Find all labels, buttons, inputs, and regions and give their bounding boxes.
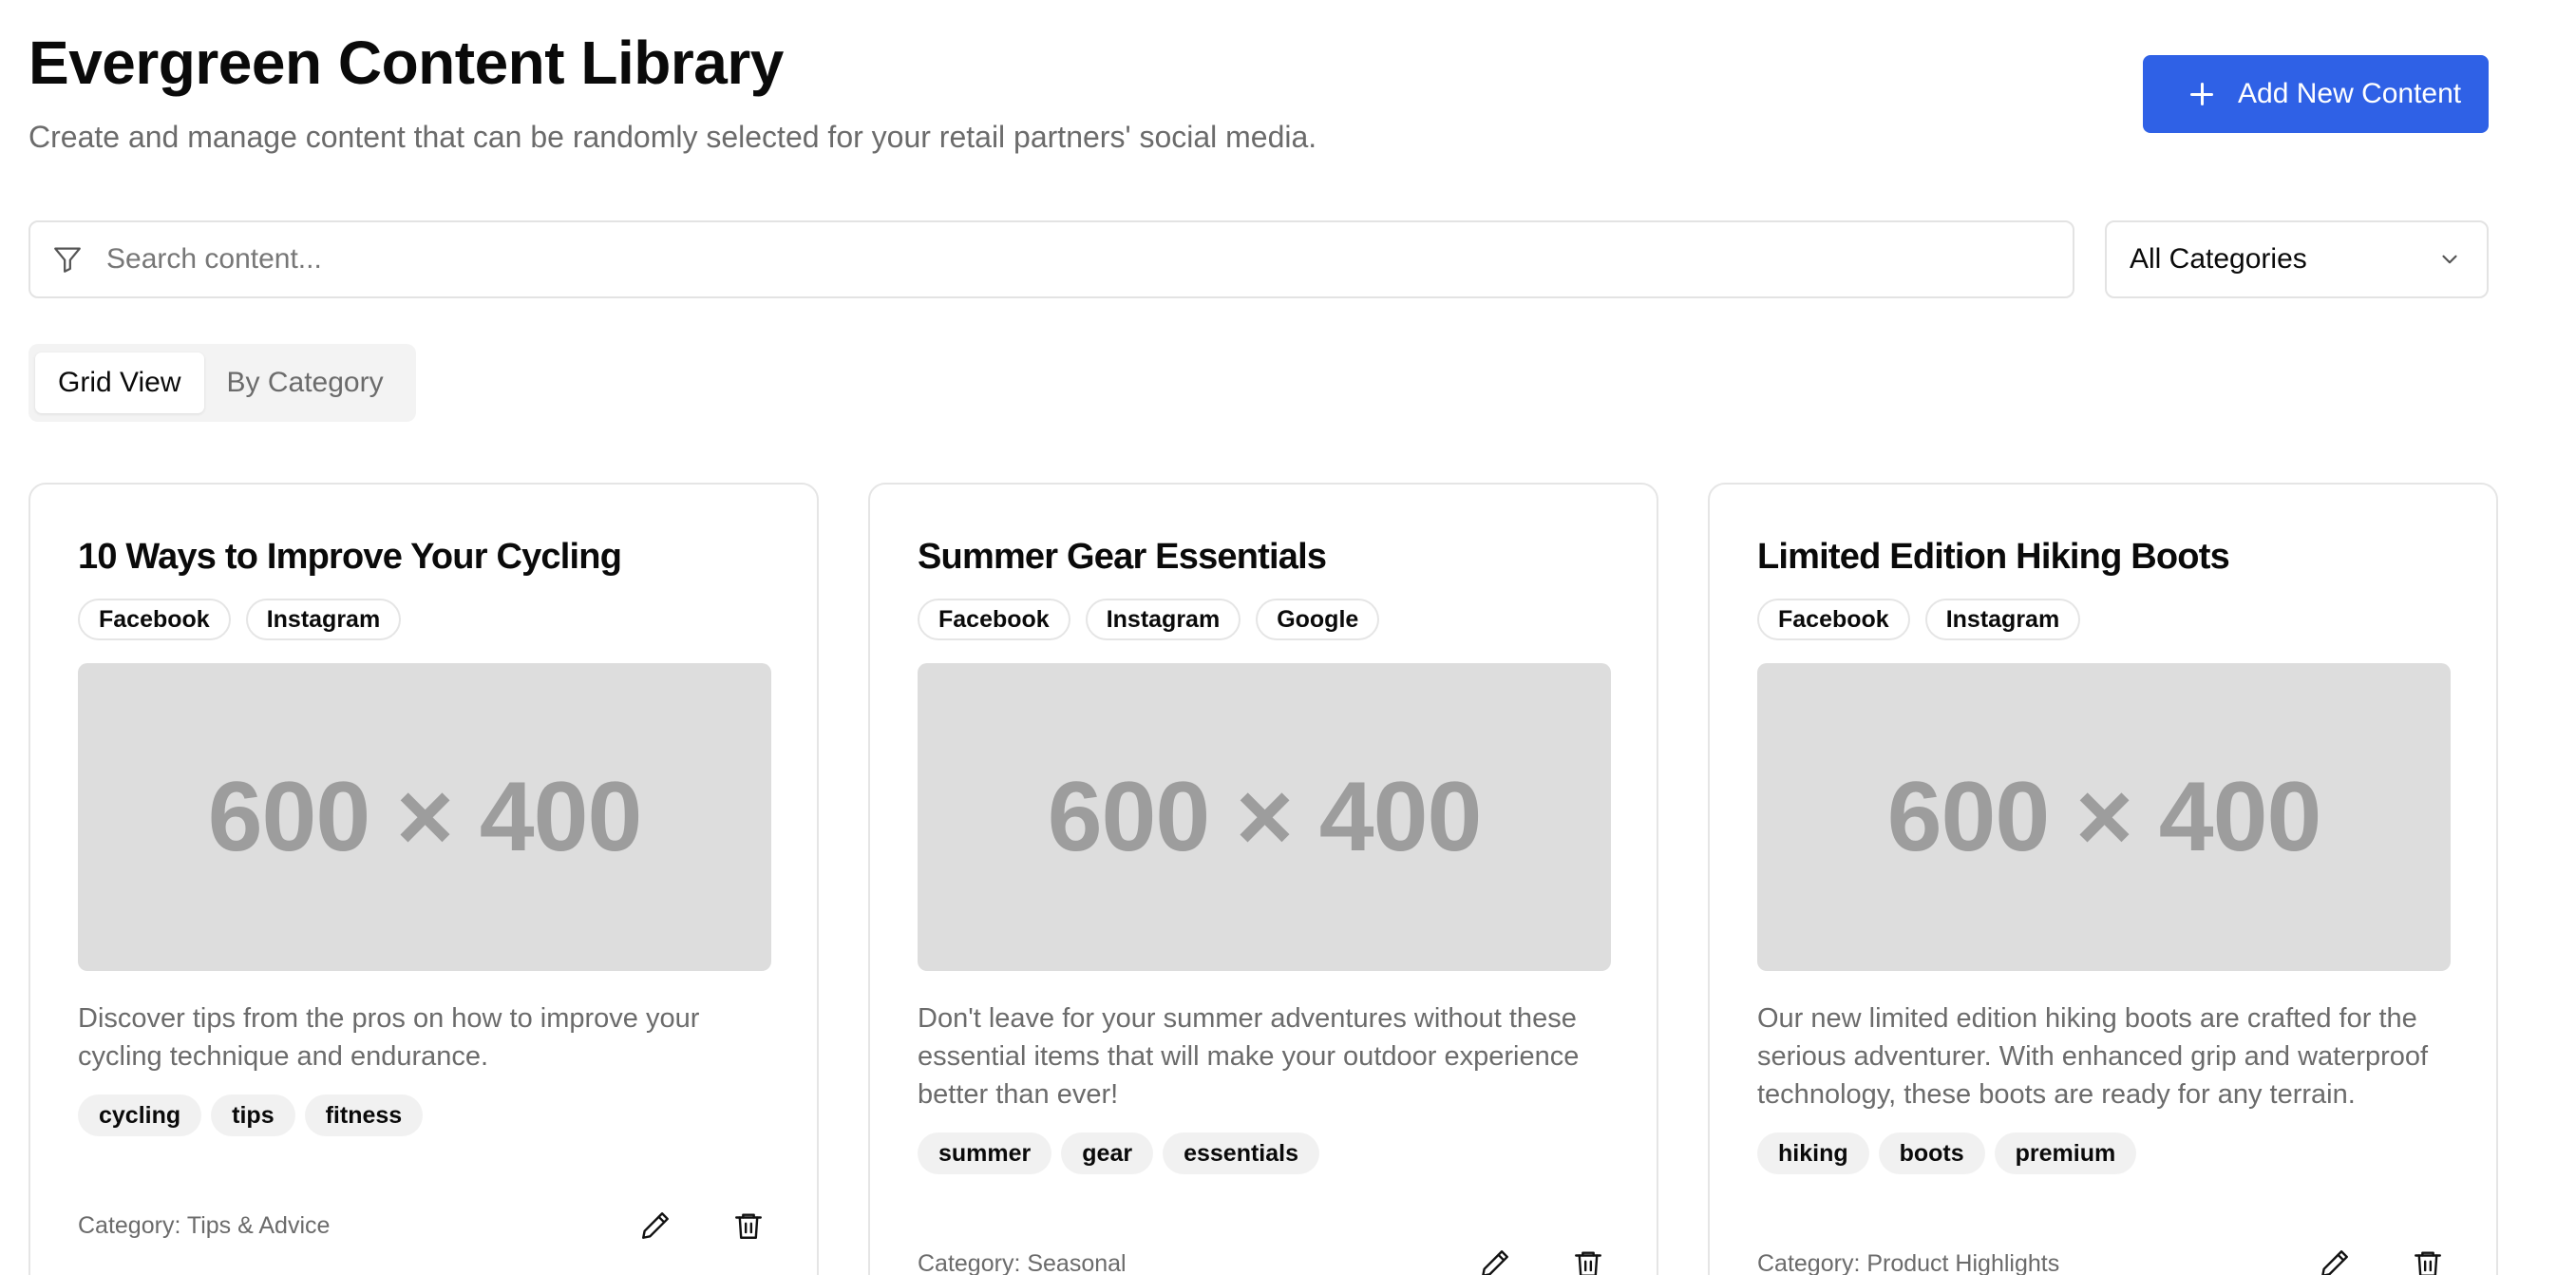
tag-chip: gear bbox=[1061, 1132, 1154, 1174]
tag-chip: tips bbox=[211, 1094, 295, 1136]
tag-list: cycling tips fitness bbox=[78, 1094, 771, 1136]
platform-badge: Facebook bbox=[918, 599, 1070, 640]
platform-badge: Instagram bbox=[1085, 599, 1241, 640]
tag-chip: hiking bbox=[1757, 1132, 1869, 1174]
plus-icon bbox=[2190, 83, 2213, 105]
page-subtitle: Create and manage content that can be ra… bbox=[28, 120, 1317, 154]
edit-button[interactable] bbox=[2312, 1241, 2358, 1275]
pencil-icon bbox=[642, 1212, 669, 1239]
tag-list: hiking boots premium bbox=[1757, 1132, 2451, 1174]
card-description: Our new limited edition hiking boots are… bbox=[1757, 1003, 2429, 1110]
content-card: Summer Gear Essentials Facebook Instagra… bbox=[868, 483, 1658, 1275]
view-tabs: Grid View By Category bbox=[28, 344, 416, 422]
page-title: Evergreen Content Library bbox=[28, 29, 784, 97]
tag-chip: cycling bbox=[78, 1094, 202, 1136]
content-card: Limited Edition Hiking Boots Facebook In… bbox=[1708, 483, 2498, 1275]
card-title: Summer Gear Essentials bbox=[918, 537, 1327, 577]
edit-button[interactable] bbox=[1472, 1241, 1518, 1275]
platform-list: Facebook Instagram bbox=[78, 599, 771, 640]
delete-button[interactable] bbox=[2405, 1241, 2451, 1275]
add-new-content-label: Add New Content bbox=[2238, 78, 2462, 109]
search-input[interactable] bbox=[106, 243, 1911, 276]
platform-list: Facebook Instagram bbox=[1757, 599, 2451, 640]
category-select-value: All Categories bbox=[2130, 243, 2307, 275]
tab-by-category[interactable]: By Category bbox=[204, 352, 407, 413]
delete-button[interactable] bbox=[1565, 1241, 1611, 1275]
pencil-icon bbox=[1482, 1250, 1508, 1275]
tab-grid-view[interactable]: Grid View bbox=[35, 352, 204, 413]
category-select[interactable]: All Categories bbox=[2105, 220, 2489, 298]
search-bar bbox=[28, 220, 2074, 298]
platform-badge: Instagram bbox=[245, 599, 402, 640]
platform-badge: Facebook bbox=[1757, 599, 1910, 640]
trash-icon bbox=[2415, 1251, 2441, 1275]
edit-button[interactable] bbox=[633, 1203, 678, 1248]
content-card: 10 Ways to Improve Your Cycling Facebook… bbox=[28, 483, 819, 1275]
card-image-placeholder: 600 × 400 bbox=[918, 663, 1611, 971]
platform-list: Facebook Instagram Google bbox=[918, 599, 1611, 640]
platform-badge: Facebook bbox=[78, 599, 231, 640]
tag-chip: essentials bbox=[1163, 1132, 1319, 1174]
pencil-icon bbox=[2321, 1250, 2348, 1275]
card-title: 10 Ways to Improve Your Cycling bbox=[78, 537, 622, 577]
card-description: Discover tips from the pros on how to im… bbox=[78, 1003, 700, 1072]
platform-badge: Google bbox=[1256, 599, 1380, 640]
add-new-content-button[interactable]: Add New Content bbox=[2143, 55, 2489, 133]
tag-chip: premium bbox=[1994, 1132, 2137, 1174]
card-footer: Category: Product Highlights bbox=[1757, 1241, 2451, 1275]
card-category: Category: Seasonal bbox=[918, 1249, 1127, 1275]
delete-button[interactable] bbox=[726, 1203, 771, 1248]
card-footer: Category: Seasonal bbox=[918, 1241, 1611, 1275]
trash-icon bbox=[735, 1213, 762, 1239]
trash-icon bbox=[1575, 1251, 1601, 1275]
card-category: Category: Tips & Advice bbox=[78, 1211, 331, 1239]
card-image-placeholder: 600 × 400 bbox=[78, 663, 771, 971]
tag-chip: boots bbox=[1878, 1132, 1985, 1174]
card-description: Don't leave for your summer adventures w… bbox=[918, 1003, 1580, 1110]
platform-badge: Instagram bbox=[1924, 599, 2081, 640]
tag-chip: fitness bbox=[304, 1094, 424, 1136]
card-footer: Category: Tips & Advice bbox=[78, 1203, 771, 1248]
chevron-down-icon bbox=[2442, 255, 2457, 264]
card-image-placeholder: 600 × 400 bbox=[1757, 663, 2451, 971]
content-library-page: Evergreen Content Library Create and man… bbox=[0, 0, 2576, 1275]
card-title: Limited Edition Hiking Boots bbox=[1757, 537, 2230, 577]
tag-list: summer gear essentials bbox=[918, 1132, 1611, 1174]
filter-icon bbox=[54, 247, 81, 273]
tag-chip: summer bbox=[918, 1132, 1052, 1174]
card-category: Category: Product Highlights bbox=[1757, 1249, 2060, 1275]
